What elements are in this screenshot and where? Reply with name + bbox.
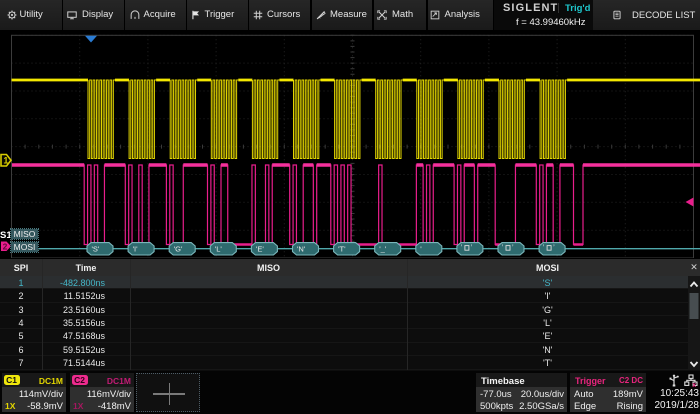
svg-text:x: x [692,382,696,387]
svg-text:'I': 'I' [133,245,139,254]
svg-text:'T': 'T' [338,245,346,254]
svg-text:'_': '_' [379,245,387,254]
svg-text:'L': 'L' [215,245,223,254]
svg-text:1: 1 [3,156,8,166]
svg-text:'E': 'E' [256,245,264,254]
svg-text:'N': 'N' [297,245,306,254]
svg-text:2: 2 [3,241,8,251]
svg-text:'G': 'G' [174,245,183,254]
svg-text:'S': 'S' [92,245,100,254]
